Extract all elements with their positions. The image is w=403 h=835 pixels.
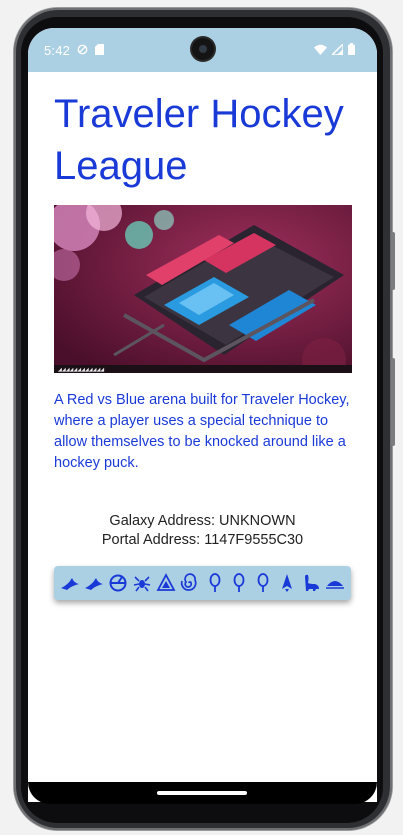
glyph-f-voxel-icon: [156, 573, 176, 593]
wifi-icon: [314, 43, 327, 58]
glyph-9-galaxy-icon: [180, 573, 200, 593]
home-gesture-handle[interactable]: [157, 791, 247, 795]
battery-icon: [348, 42, 355, 58]
app-screen: 5:42 Traveler Hockey League ◢◢◢◢◢◢◢◢◢◢◢◢…: [28, 28, 377, 802]
glyph-5-balloon-icon: [205, 573, 225, 593]
galaxy-address: Galaxy Address: UNKNOWN: [109, 513, 296, 529]
main-content: Traveler Hockey League ◢◢◢◢◢◢◢◢◢◢◢◢ A Re…: [28, 72, 377, 792]
glyph-c-rocket-icon: [277, 573, 297, 593]
glyph-5-balloon-icon: [229, 573, 249, 593]
volume-button: [391, 358, 395, 446]
glyph-7-bug-icon: [132, 573, 152, 593]
arena-image: ◢◢◢◢◢◢◢◢◢◢◢◢: [54, 205, 352, 373]
sd-card-icon: [95, 43, 105, 58]
portal-glyph-bar[interactable]: [54, 566, 351, 600]
front-camera: [192, 38, 214, 60]
phone-device: 5:42 Traveler Hockey League ◢◢◢◢◢◢◢◢◢◢◢◢…: [0, 0, 403, 835]
glyph-0-sunset-icon: [325, 573, 345, 593]
glyph-1-bird-icon: [60, 573, 80, 593]
arena-description: A Red vs Blue arena built for Traveler H…: [54, 392, 350, 471]
status-time: 5:42: [44, 42, 71, 58]
power-button: [391, 232, 395, 290]
do-not-disturb-icon: [77, 43, 88, 58]
signal-icon: [330, 41, 344, 58]
svg-text:◢◢◢◢◢◢◢◢◢◢◢◢: ◢◢◢◢◢◢◢◢◢◢◢◢: [58, 367, 104, 373]
glyph-3-diplo-icon: [301, 573, 321, 593]
address-block: Galaxy Address: UNKNOWN Portal Address: …: [28, 512, 377, 550]
page-title: Traveler Hockey League: [54, 92, 344, 188]
portal-address: Portal Address: 1147F9555C30: [101, 532, 304, 548]
glyph-4-eclipse-icon: [108, 573, 128, 593]
glyph-5-balloon-icon: [253, 573, 273, 593]
glyph-1-bird-icon: [84, 573, 104, 593]
